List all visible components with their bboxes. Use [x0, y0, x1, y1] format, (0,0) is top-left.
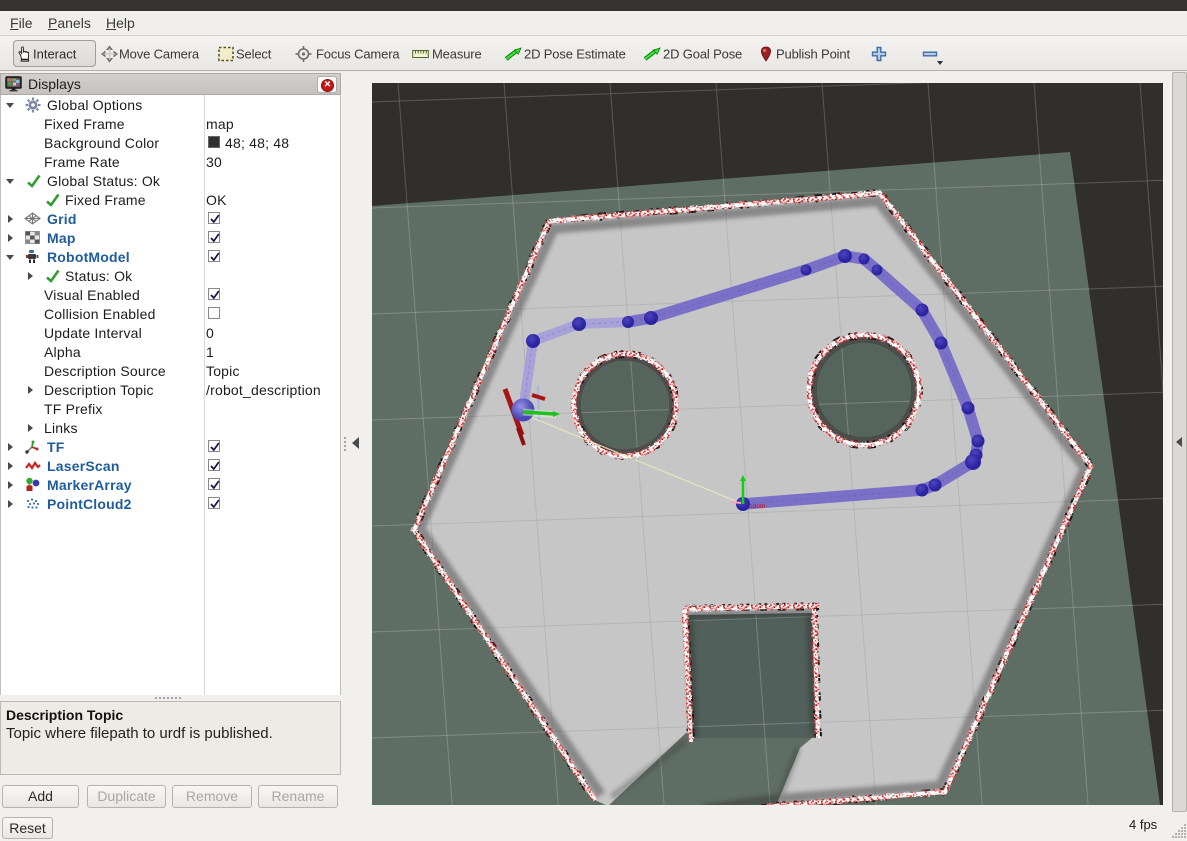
svg-text:odom: odom: [749, 503, 765, 510]
